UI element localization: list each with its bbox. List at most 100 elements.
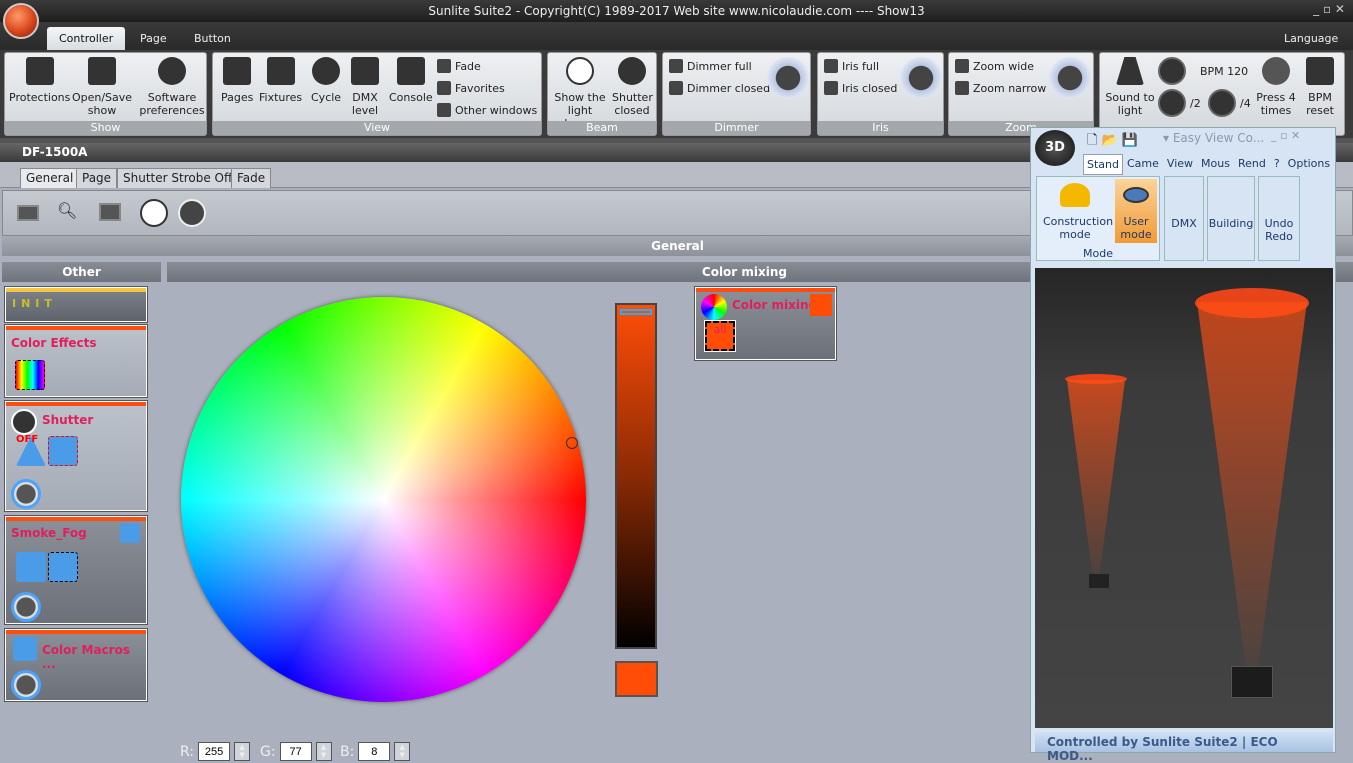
bpm-button[interactable] <box>1158 57 1186 85</box>
shutter-dial[interactable] <box>11 479 41 509</box>
all-button[interactable]: all <box>704 320 736 352</box>
blue-stepper[interactable]: ▲ ▼ <box>394 742 411 761</box>
color-picker-cursor[interactable] <box>566 437 578 449</box>
zoom-narrow-button[interactable]: Zoom narrow <box>955 81 1046 95</box>
window-controls[interactable]: _ ▫ ✕ <box>1313 2 1345 16</box>
half-bpm-button[interactable] <box>1158 89 1186 117</box>
protections-button[interactable]: Protections <box>9 57 70 104</box>
smoke-fog-card[interactable]: Smoke_Fog <box>4 515 148 625</box>
favorites-button[interactable]: Favorites <box>437 81 505 95</box>
iris-closed-button[interactable]: Iris closed <box>824 81 897 95</box>
dmx-level-button[interactable]: DMX level <box>349 57 381 117</box>
fade-button[interactable]: Fade <box>437 59 481 73</box>
half-label: /2 <box>1190 97 1201 110</box>
page-tab-page[interactable]: Page <box>76 168 118 188</box>
cycle-button[interactable]: Cycle <box>311 57 341 104</box>
color-effects-icon[interactable] <box>15 360 45 390</box>
options-menu[interactable]: Options <box>1284 154 1334 175</box>
fade-icon <box>437 59 451 73</box>
tab-controller[interactable]: Controller <box>47 27 126 50</box>
fixture-icon <box>266 57 295 85</box>
fixtures-button[interactable]: Fixtures <box>259 57 302 104</box>
sound-to-light-button[interactable]: Sound to light <box>1104 57 1156 117</box>
white-circle-button[interactable] <box>140 199 168 227</box>
color-mixing-card[interactable]: Color mixing all <box>694 286 837 361</box>
undo-redo-button[interactable]: Undo Redo <box>1258 176 1300 261</box>
tab-camera[interactable]: Came <box>1123 154 1163 175</box>
tab-page[interactable]: Page <box>128 27 179 50</box>
open-save-button[interactable]: Open/Save show <box>71 57 133 117</box>
show-light-beam-button[interactable]: Show the light beam <box>552 57 608 130</box>
search-icon[interactable]: 🔍︎ <box>57 201 77 220</box>
layout-icon[interactable] <box>99 203 121 221</box>
red-input[interactable] <box>198 742 231 761</box>
intensity-slider[interactable] <box>615 303 657 649</box>
quick-access-icons[interactable]: 🗋 📂 💾 <box>1087 131 1138 153</box>
group-view: Pages Fixtures Cycle DMX level Console F… <box>212 52 542 136</box>
card-title: Smoke_Fog <box>11 526 87 540</box>
metronome-reset-icon <box>1306 57 1334 85</box>
window-icon[interactable] <box>17 205 39 221</box>
zoom-wide-icon <box>955 59 969 73</box>
eye-icon <box>1123 187 1149 203</box>
tab-render[interactable]: Rend <box>1234 154 1270 175</box>
bpm-reset-button[interactable]: BPM reset <box>1300 57 1340 117</box>
zoom-knob[interactable] <box>1049 57 1091 99</box>
dmx-button[interactable]: DMX <box>1164 176 1204 261</box>
3d-logo-button[interactable]: 3D <box>1035 130 1075 166</box>
other-windows-button[interactable]: Other windows <box>437 103 537 117</box>
app-logo-button[interactable] <box>3 3 39 39</box>
easy-view-menu[interactable]: ▾ Easy View Co... <box>1163 131 1264 145</box>
zoom-wide-button[interactable]: Zoom wide <box>955 59 1034 73</box>
dimmer-full-button[interactable]: Dimmer full <box>669 59 752 73</box>
macros-dial[interactable] <box>11 670 41 700</box>
software-preferences-button[interactable]: Software preferences <box>137 57 207 117</box>
blue-field: B: ▲▼ <box>340 742 411 761</box>
fixture-model <box>1231 666 1273 698</box>
bpm-value: BPM 120 <box>1200 65 1249 78</box>
color-effects-card[interactable]: Color Effects <box>4 324 148 398</box>
init-card[interactable]: INIT <box>4 286 148 323</box>
building-button[interactable]: Building <box>1207 176 1255 261</box>
console-button[interactable]: Console <box>389 57 433 104</box>
black-circle-button[interactable] <box>178 199 206 227</box>
language-menu[interactable]: Language <box>1272 27 1350 50</box>
construction-mode-button[interactable]: Construction mode <box>1043 181 1113 241</box>
red-stepper[interactable]: ▲ ▼ <box>234 742 251 761</box>
iris-knob[interactable] <box>900 57 942 99</box>
group-caption: Show <box>5 121 206 135</box>
cycle-icon <box>312 57 341 85</box>
page-tab-general[interactable]: General <box>20 168 80 188</box>
shutter-card[interactable]: Shutter OFF <box>4 400 148 512</box>
green-input[interactable] <box>279 742 312 761</box>
tab-button[interactable]: Button <box>182 27 243 50</box>
console-icon <box>396 57 425 85</box>
blue-input[interactable] <box>358 742 391 761</box>
smoke-on-icon[interactable] <box>48 552 78 582</box>
slider-handle[interactable] <box>620 309 652 315</box>
dmx-level-icon <box>351 57 379 85</box>
dimmer-closed-button[interactable]: Dimmer closed <box>669 81 770 95</box>
tab-view[interactable]: View <box>1163 154 1197 175</box>
quarter-bpm-button[interactable] <box>1208 89 1236 117</box>
color-wheel[interactable] <box>181 297 586 702</box>
window-controls[interactable]: _ ▫ ✕ <box>1271 129 1300 142</box>
current-color-swatch <box>615 661 658 697</box>
press-4-times-button[interactable]: Press 4 times <box>1256 57 1296 117</box>
pages-button[interactable]: Pages <box>221 57 253 104</box>
shutter-closed-button[interactable]: Shutter closed <box>612 57 653 117</box>
user-mode-button[interactable]: User mode <box>1115 179 1157 243</box>
page-tab-shutter-strobe[interactable]: Shutter Strobe Off2 <box>117 168 246 188</box>
color-macros-card[interactable]: Color Macros ... <box>4 628 148 702</box>
smoke-off-icon[interactable] <box>16 552 46 582</box>
strobe-icon[interactable] <box>48 436 78 466</box>
green-stepper[interactable]: ▲ ▼ <box>315 742 332 761</box>
dimmer-knob[interactable] <box>767 57 809 99</box>
help-menu[interactable]: ? <box>1270 154 1284 175</box>
tab-stand[interactable]: Stand <box>1083 154 1123 175</box>
smoke-dial[interactable] <box>11 592 41 622</box>
iris-full-button[interactable]: Iris full <box>824 59 879 73</box>
tab-mouse[interactable]: Mous <box>1197 154 1234 175</box>
3d-viewport[interactable] <box>1035 268 1333 728</box>
page-tab-fade[interactable]: Fade <box>231 168 272 188</box>
